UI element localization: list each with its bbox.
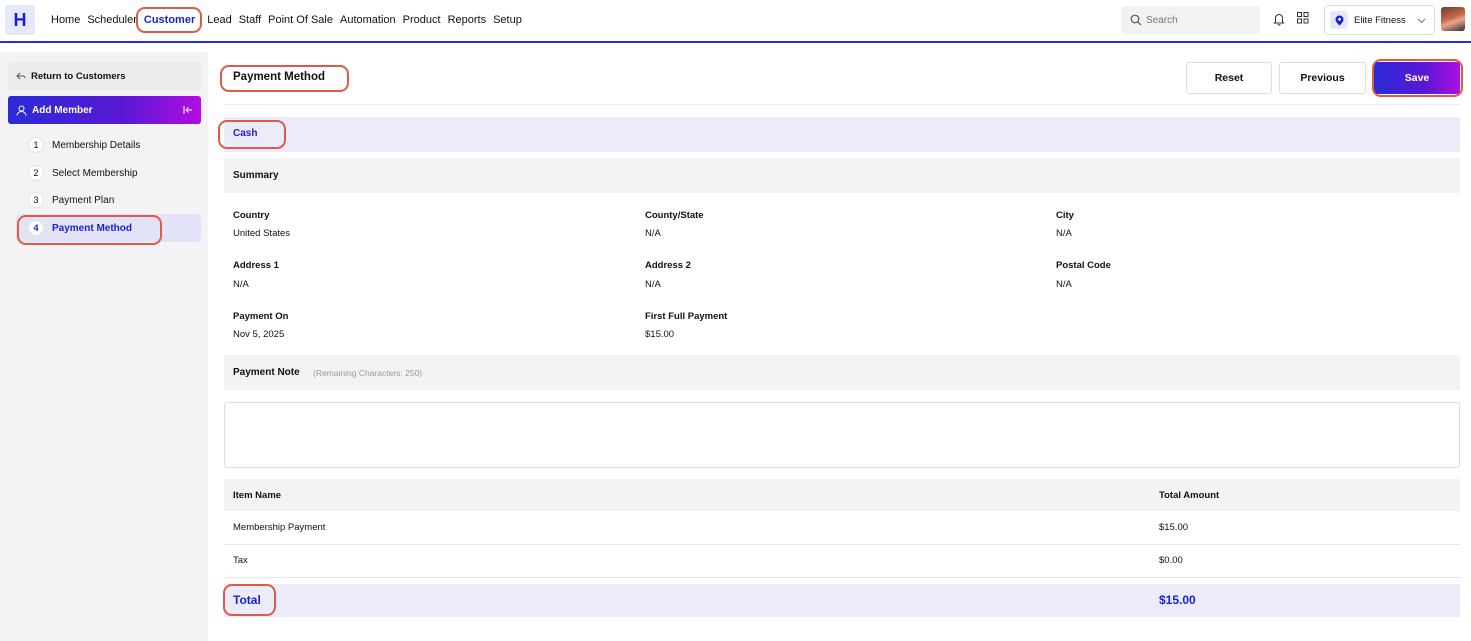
main-nav: Home Scheduler Customer Lead Staff Point…	[51, 0, 529, 40]
return-label: Return to Customers	[31, 70, 126, 82]
table-row-item: Tax	[233, 555, 248, 566]
total-value: $15.00	[1159, 593, 1196, 607]
search-icon	[1130, 14, 1142, 26]
nav-item-scheduler[interactable]: Scheduler	[87, 14, 137, 26]
payment-method-cash[interactable]: Cash	[233, 128, 257, 139]
address2-label: Address 2	[645, 260, 691, 271]
nav-item-product[interactable]: Product	[403, 14, 441, 26]
postal-code-value: N/A	[1056, 279, 1072, 290]
payment-on-label: Payment On	[233, 311, 289, 322]
nav-item-staff[interactable]: Staff	[239, 14, 261, 26]
address1-value: N/A	[233, 279, 249, 290]
address2-value: N/A	[645, 279, 661, 290]
remaining-characters: (Remaining Characters: 250)	[313, 368, 423, 378]
row-divider	[224, 577, 1460, 578]
nav-item-automation[interactable]: Automation	[340, 14, 396, 26]
page-title: Payment Method	[233, 71, 326, 83]
search-box[interactable]	[1121, 6, 1260, 34]
return-to-customers-button[interactable]: Return to Customers	[8, 62, 201, 90]
address1-label: Address 1	[233, 260, 279, 271]
top-navbar: H Home Scheduler Customer Lead Staff Poi…	[0, 0, 1471, 43]
collapse-sidebar-icon[interactable]	[183, 105, 193, 115]
table-row-amount: $0.00	[1159, 555, 1183, 566]
nav-item-setup[interactable]: Setup	[493, 14, 522, 26]
item-name-header: Item Name	[233, 490, 282, 501]
postal-code-label: Postal Code	[1056, 260, 1111, 271]
first-full-payment-label: First Full Payment	[645, 311, 728, 322]
back-arrow-icon	[16, 72, 26, 80]
step-number: 2	[28, 165, 44, 181]
location-selector[interactable]: Elite Fitness	[1324, 5, 1435, 35]
county-state-value: N/A	[645, 228, 661, 239]
step-membership-details[interactable]: 1 Membership Details	[16, 131, 201, 159]
payment-note-title: Payment Note	[233, 367, 300, 378]
county-state-label: County/State	[645, 210, 704, 221]
nav-item-lead[interactable]: Lead	[207, 14, 231, 26]
chevron-down-icon	[1417, 18, 1426, 24]
payment-note-textarea[interactable]	[224, 402, 1460, 468]
country-value: United States	[233, 228, 291, 239]
step-label: Payment Plan	[52, 194, 115, 206]
step-number: 3	[28, 192, 44, 208]
summary-header	[224, 158, 1460, 193]
row-divider	[224, 544, 1460, 545]
step-number: 4	[28, 220, 44, 236]
nav-item-home[interactable]: Home	[51, 14, 80, 26]
add-member-header: Add Member	[8, 96, 201, 124]
country-label: Country	[233, 210, 270, 221]
previous-button[interactable]: Previous	[1279, 62, 1366, 94]
header-divider	[224, 104, 1460, 105]
search-input[interactable]	[1146, 14, 1256, 26]
nav-item-point-of-sale[interactable]: Point Of Sale	[268, 14, 333, 26]
table-row-item: Membership Payment	[233, 522, 326, 533]
nav-item-customer[interactable]: Customer	[135, 7, 203, 33]
step-label: Payment Method	[52, 222, 133, 234]
table-row-amount: $15.00	[1159, 522, 1189, 533]
user-avatar[interactable]	[1441, 7, 1465, 31]
step-number: 1	[28, 137, 44, 153]
user-icon	[16, 105, 27, 116]
city-label: City	[1056, 210, 1074, 221]
save-button[interactable]: Save	[1374, 62, 1460, 94]
city-value: N/A	[1056, 228, 1072, 239]
notification-bell-icon[interactable]	[1272, 12, 1286, 26]
apps-grid-icon[interactable]	[1297, 12, 1309, 24]
reset-button[interactable]: Reset	[1186, 62, 1272, 94]
step-label: Select Membership	[52, 167, 138, 179]
first-full-payment-value: $15.00	[645, 329, 675, 340]
app-logo[interactable]: H	[5, 5, 35, 35]
total-row	[224, 584, 1460, 617]
step-payment-plan[interactable]: 3 Payment Plan	[16, 186, 201, 214]
summary-title: Summary	[233, 170, 279, 181]
table-header	[224, 479, 1460, 511]
add-member-label: Add Member	[32, 104, 93, 116]
step-payment-method[interactable]: 4 Payment Method	[16, 214, 201, 245]
payment-method-tab[interactable]	[224, 117, 1460, 152]
location-name: Elite Fitness	[1354, 14, 1406, 26]
total-amount-header: Total Amount	[1159, 490, 1220, 501]
payment-on-value: Nov 5, 2025	[233, 329, 285, 340]
nav-item-reports[interactable]: Reports	[448, 14, 487, 26]
step-select-membership[interactable]: 2 Select Membership	[16, 159, 201, 187]
total-label: Total	[233, 593, 261, 607]
step-label: Membership Details	[52, 139, 141, 151]
main-content: Payment Method Reset Previous Save Cash …	[216, 52, 1466, 641]
location-pin-icon	[1330, 11, 1348, 29]
